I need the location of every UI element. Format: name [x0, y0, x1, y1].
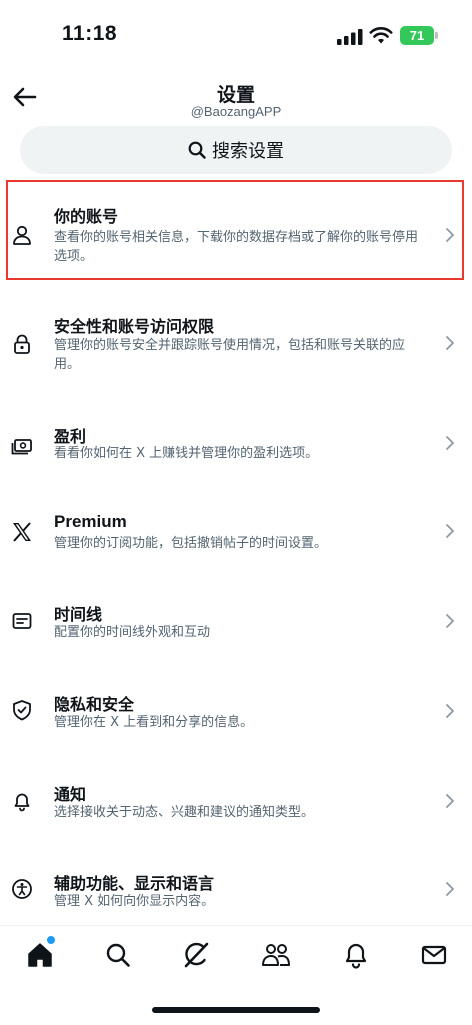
lock-icon — [14, 334, 30, 354]
settings-item-your-account[interactable]: 你的账号 查看你的账号相关信息，下载你的数据存档或了解你的账号停用选项。 — [0, 190, 472, 280]
timeline-icon — [12, 613, 32, 629]
money-icon — [11, 439, 32, 455]
search-icon — [106, 943, 130, 967]
chevron-right-icon — [446, 794, 454, 808]
chevron-right-icon — [446, 436, 454, 450]
settings-item-description: 管理你的订阅功能，包括撤销帖子的时间设置。 — [54, 536, 328, 551]
nav-messages[interactable] — [416, 937, 452, 973]
status-time: 11:18 — [62, 22, 118, 45]
settings-item-description: 看看你如何在 X 上赚钱并管理你的盈利选项。 — [54, 446, 319, 461]
chevron-right-icon — [446, 614, 454, 628]
nav-search[interactable] — [100, 937, 136, 973]
home-indicator — [152, 1007, 320, 1013]
notification-dot — [46, 935, 56, 945]
settings-item-description: 查看你的账号相关信息，下载你的数据存档或了解你的账号停用选项。 — [54, 230, 419, 264]
nav-notifications[interactable] — [338, 937, 374, 973]
chevron-right-icon — [446, 228, 454, 242]
x-logo-icon — [13, 522, 31, 542]
settings-item-notifications[interactable]: 通知 选择接收关于动态、兴趣和建议的通知类型。 — [0, 770, 472, 840]
person-icon — [13, 225, 31, 245]
settings-item-title: 安全性和账号访问权限 — [54, 317, 215, 336]
settings-item-security[interactable]: 安全性和账号访问权限 管理你的账号安全并跟踪账号使用情况，包括和账号关联的应用。 — [0, 300, 472, 388]
settings-item-accessibility[interactable]: 辅助功能、显示和语言 管理 X 如何向你显示内容。 — [0, 860, 472, 924]
mail-icon — [421, 945, 447, 965]
settings-item-title: 通知 — [54, 785, 87, 804]
settings-item-description: 管理你的账号安全并跟踪账号使用情况，包括和账号关联的应用。 — [54, 338, 406, 372]
settings-item-monetization[interactable]: 盈利 看看你如何在 X 上赚钱并管理你的盈利选项。 — [0, 410, 472, 480]
settings-item-privacy[interactable]: 隐私和安全 管理你在 X 上看到和分享的信息。 — [0, 680, 472, 750]
cellular-signal-icon — [337, 29, 363, 45]
search-input[interactable]: 搜索设置 — [20, 126, 452, 174]
settings-item-title: Premium — [54, 512, 127, 531]
chevron-right-icon — [446, 704, 454, 718]
settings-item-title: 时间线 — [54, 605, 103, 624]
battery-cap — [435, 32, 438, 39]
search-placeholder: 搜索设置 — [212, 141, 284, 162]
settings-item-description: 管理 X 如何向你显示内容。 — [54, 894, 215, 909]
page-title: 设置 — [216, 84, 255, 106]
search-icon — [188, 141, 206, 159]
settings-item-description: 配置你的时间线外观和互动 — [54, 625, 211, 640]
chevron-right-icon — [446, 882, 454, 896]
chevron-right-icon — [446, 524, 454, 538]
communities-icon — [262, 944, 290, 966]
bell-icon — [14, 793, 30, 812]
bell-icon — [345, 943, 367, 969]
settings-item-premium[interactable]: Premium 管理你的订阅功能，包括撤销帖子的时间设置。 — [0, 500, 472, 570]
status-bar: 11:18 71 — [0, 0, 472, 70]
chevron-right-icon — [446, 336, 454, 350]
grok-icon — [184, 942, 209, 968]
settings-item-description: 选择接收关于动态、兴趣和建议的通知类型。 — [54, 805, 315, 820]
battery-indicator: 71 — [400, 26, 434, 45]
settings-item-title: 隐私和安全 — [54, 695, 135, 714]
settings-item-title: 你的账号 — [54, 207, 119, 226]
home-icon — [28, 943, 52, 967]
settings-item-timeline[interactable]: 时间线 配置你的时间线外观和互动 — [0, 590, 472, 660]
settings-item-title: 辅助功能、显示和语言 — [54, 874, 215, 893]
account-handle: @BaozangAPP — [190, 104, 282, 119]
nav-communities[interactable] — [258, 937, 294, 973]
settings-item-description: 管理你在 X 上看到和分享的信息。 — [54, 715, 254, 730]
accessibility-icon — [12, 879, 32, 899]
shield-icon — [13, 700, 31, 721]
wifi-icon — [369, 27, 393, 44]
nav-grok[interactable] — [178, 937, 214, 973]
